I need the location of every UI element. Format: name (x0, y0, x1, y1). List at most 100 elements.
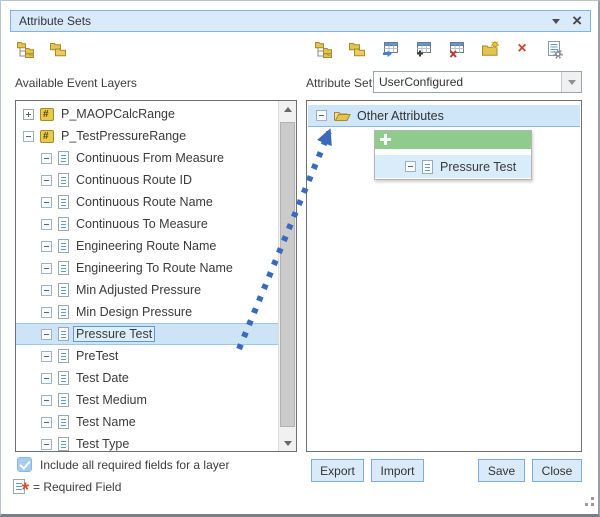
collapse-icon[interactable] (41, 175, 52, 186)
import-button[interactable]: Import (371, 459, 424, 482)
field-document-icon (422, 160, 433, 174)
tree-item-field-selected[interactable]: Pressure Test (16, 323, 279, 345)
open-attribute-set-button[interactable] (345, 39, 369, 59)
tree-item-label: Min Adjusted Pressure (76, 283, 201, 297)
available-event-layers-heading: Available Event Layers (15, 76, 137, 90)
export-button[interactable]: Export (311, 459, 364, 482)
collapse-icon[interactable] (41, 329, 52, 340)
close-icon[interactable]: × (572, 14, 582, 28)
titlebar[interactable]: Attribute Sets × (10, 10, 591, 32)
collapse-icon[interactable] (41, 351, 52, 362)
resize-grip[interactable] (581, 496, 595, 510)
drag-ghost: Pressure Test (374, 130, 532, 180)
include-required-fields-option[interactable]: Include all required fields for a layer (17, 457, 229, 472)
event-layer-icon (40, 130, 54, 143)
tree-item-field[interactable]: PreTest (16, 345, 279, 367)
close-button[interactable]: Close (532, 459, 582, 482)
open-event-layers-button[interactable] (46, 39, 70, 59)
tree-item-label: Test Date (76, 371, 129, 385)
dropdown-arrow-button[interactable] (561, 72, 581, 92)
collapse-icon[interactable] (41, 197, 52, 208)
tree-item-layer[interactable]: P_TestPressureRange (16, 125, 279, 147)
collapse-icon[interactable] (41, 373, 52, 384)
add-table-button[interactable] (412, 39, 436, 59)
collapse-icon[interactable] (41, 307, 52, 318)
expand-attribute-tree-button[interactable] (312, 39, 336, 59)
include-required-fields-label: Include all required fields for a layer (40, 458, 229, 472)
drop-indicator (375, 131, 531, 149)
collapse-icon[interactable] (41, 417, 52, 428)
caret-down-icon[interactable] (552, 19, 560, 24)
tree-item-label: Continuous To Measure (76, 217, 208, 231)
delete-button[interactable]: × (510, 39, 534, 59)
tree-item-label: Continuous Route Name (76, 195, 213, 209)
collapse-icon[interactable] (41, 153, 52, 164)
collapse-icon[interactable] (41, 285, 52, 296)
properties-button[interactable] (542, 39, 566, 59)
collapse-icon[interactable] (41, 241, 52, 252)
expand-icon[interactable] (23, 109, 34, 120)
remove-table-button[interactable] (445, 39, 469, 59)
open-folder-icon (333, 109, 351, 122)
tree-item-field[interactable]: Continuous From Measure (16, 147, 279, 169)
tree-item-field[interactable]: Test Type (16, 433, 279, 451)
collapse-icon[interactable] (41, 439, 52, 450)
table-arrow-icon (382, 41, 400, 58)
tree-item-label: Test Medium (76, 393, 147, 407)
checkbox-checked-icon[interactable] (17, 457, 32, 472)
tree-item-field[interactable]: Test Name (16, 411, 279, 433)
tree-item-label: Continuous From Measure (76, 151, 224, 165)
tree-item-label: Min Design Pressure (76, 305, 192, 319)
field-document-icon (58, 173, 69, 187)
tree-item-field[interactable]: Min Adjusted Pressure (16, 279, 279, 301)
scroll-up-button[interactable] (279, 101, 296, 117)
drag-ghost-item: Pressure Test (375, 155, 531, 178)
apply-table-button[interactable] (379, 39, 403, 59)
attribute-set-dropdown[interactable]: UserConfigured (373, 71, 582, 93)
scrollbar-thumb[interactable] (280, 122, 295, 427)
tree-item-field[interactable]: Test Date (16, 367, 279, 389)
expand-event-layers-button[interactable] (14, 39, 38, 59)
collapse-icon[interactable] (41, 263, 52, 274)
dialog-title: Attribute Sets (19, 14, 91, 28)
field-document-icon (58, 239, 69, 253)
folders-icon (48, 41, 68, 58)
tree-item-label: Test Name (76, 415, 136, 429)
required-field-legend-label: = Required Field (33, 480, 121, 494)
triangle-down-icon (284, 441, 292, 446)
tree-item-label: Engineering Route Name (76, 239, 216, 253)
tree-item-field[interactable]: Continuous Route ID (16, 169, 279, 191)
tree-item-field[interactable]: Continuous Route Name (16, 191, 279, 213)
field-document-icon (58, 283, 69, 297)
tree-item-field[interactable]: Continuous To Measure (16, 213, 279, 235)
collapse-icon (405, 161, 416, 172)
triangle-up-icon (284, 107, 292, 112)
tree-item-field[interactable]: Test Medium (16, 389, 279, 411)
collapse-icon[interactable] (41, 219, 52, 230)
tree-item-field[interactable]: Engineering To Route Name (16, 257, 279, 279)
tree-item-label: Engineering To Route Name (76, 261, 233, 275)
attribute-sets-dialog: Attribute Sets × (0, 0, 600, 517)
folders-icon (347, 41, 367, 58)
tree-item-label: PreTest (76, 349, 118, 363)
field-document-icon (58, 437, 69, 451)
required-field-icon (13, 479, 25, 494)
new-attribute-set-button[interactable] (478, 39, 502, 59)
tree-item-label: Continuous Route ID (76, 173, 192, 187)
event-layers-panel: P_MAOPCalcRange P_TestPressureRange Cont… (15, 100, 297, 452)
vertical-scrollbar[interactable] (278, 101, 296, 451)
tree-item-field[interactable]: Min Design Pressure (16, 301, 279, 323)
plus-icon (384, 134, 387, 145)
collapse-icon[interactable] (23, 131, 34, 142)
collapse-icon[interactable] (316, 110, 327, 121)
collapse-icon[interactable] (41, 395, 52, 406)
other-attributes-row[interactable]: Other Attributes (308, 105, 580, 127)
field-document-icon (58, 195, 69, 209)
save-button[interactable]: Save (478, 459, 525, 482)
folder-tree-icon (16, 40, 37, 58)
folder-tree-icon (314, 40, 335, 58)
tree-item-field[interactable]: Engineering Route Name (16, 235, 279, 257)
scroll-down-button[interactable] (279, 435, 296, 451)
tree-item-layer[interactable]: P_MAOPCalcRange (16, 103, 279, 125)
attribute-set-panel: Other Attributes Pressure Test (306, 100, 582, 452)
